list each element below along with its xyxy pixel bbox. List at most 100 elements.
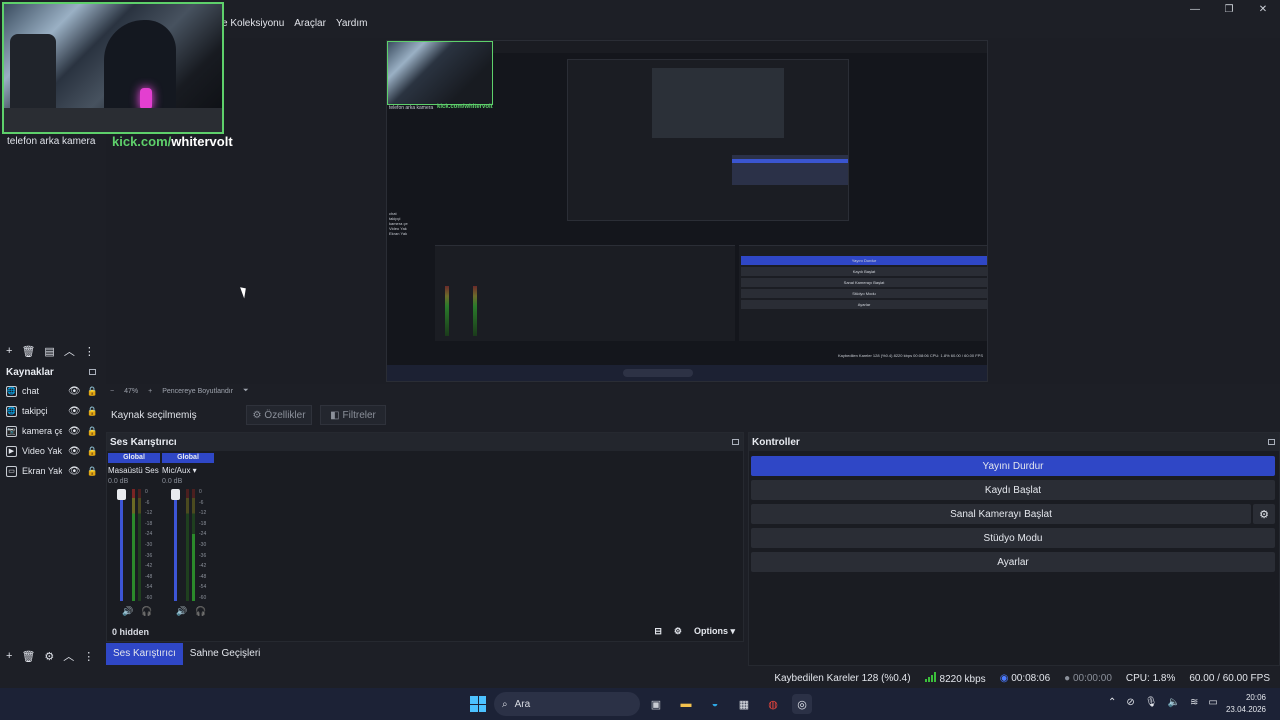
lock-icon[interactable]: 🔒	[87, 466, 98, 477]
source-item[interactable]: ▶ Video Yak 👁 🔒	[6, 443, 100, 459]
options-label: Options	[693, 626, 728, 636]
webcam-overlay	[2, 2, 224, 134]
chevron-down-icon[interactable]: ⏷	[243, 387, 249, 395]
layout-toggle-icon[interactable]: ⊟	[654, 626, 662, 637]
source-item[interactable]: ▭ Ekran Yak 👁 🔒	[6, 463, 100, 479]
properties-button[interactable]: ⚙ Özellikler	[246, 405, 312, 425]
volume-icon[interactable]: 🔈	[1167, 697, 1179, 708]
properties-label: Özellikler	[264, 409, 306, 421]
cpu-usage: CPU: 1.8%	[1125, 673, 1176, 684]
move-scene-up-button[interactable]: ︿	[64, 343, 75, 359]
wifi-icon[interactable]: ≋	[1190, 697, 1198, 708]
close-button[interactable]: ✕	[1246, 2, 1280, 16]
nested-button: Kaydı Başlat	[741, 267, 987, 276]
obs-icon[interactable]: ◎	[792, 694, 812, 714]
add-source-button[interactable]: +	[6, 650, 12, 662]
nested-meter	[473, 286, 477, 336]
task-view-icon[interactable]: ▣	[646, 694, 666, 714]
status-items: Kaybedilen Kareler 128 (%0.4) 8220 kbps …	[774, 672, 1270, 685]
eye-icon[interactable]: 👁	[68, 466, 81, 477]
nested-button: Ayarlar	[741, 300, 987, 309]
remove-scene-button[interactable]: 🗑	[21, 345, 35, 358]
scene-item[interactable]: telefon arka kamera	[7, 136, 95, 147]
speaker-icon[interactable]: 🔊	[176, 606, 187, 617]
windows-start-icon[interactable]	[470, 696, 486, 712]
settings-button[interactable]: Ayarlar	[751, 552, 1275, 572]
source-item[interactable]: 🌐 chat 👁 🔒	[6, 383, 100, 399]
lock-icon[interactable]: 🔒	[87, 446, 98, 457]
zoom-level: 47%	[124, 387, 139, 395]
source-item[interactable]: 📷 kamera çe 👁 🔒	[6, 423, 100, 439]
maximize-button[interactable]: ❐	[1212, 2, 1246, 16]
undock-icon[interactable]	[1268, 439, 1275, 445]
scale-tick: -60	[145, 594, 153, 601]
volume-slider-handle[interactable]	[117, 489, 126, 500]
source-more-button[interactable]: ⋮	[83, 650, 94, 663]
source-item[interactable]: 🌐 takipçi 👁 🔒	[6, 403, 100, 419]
minimize-button[interactable]: —	[1178, 2, 1212, 16]
global-badge: Global	[162, 453, 214, 463]
options-button[interactable]: Options ▾	[694, 626, 735, 637]
eye-icon[interactable]: 👁	[68, 386, 81, 397]
tab-scene-transitions[interactable]: Sahne Geçişleri	[183, 643, 268, 665]
menu-scene-collection[interactable]: e Koleksiyonu	[222, 18, 284, 29]
scale-tick: -18	[199, 520, 207, 527]
menu-help[interactable]: Yardım	[336, 18, 368, 29]
volume-meter	[192, 489, 195, 601]
speaker-icon[interactable]: 🔊	[122, 606, 133, 617]
eye-icon[interactable]: 👁	[68, 426, 81, 437]
taskbar-search[interactable]: ⌕ Ara	[494, 692, 640, 716]
lock-icon[interactable]: 🔒	[87, 406, 98, 417]
source-properties-button[interactable]: ⚙	[44, 650, 54, 663]
record-time-group: ● 00:00:00	[1064, 673, 1112, 684]
chevron-up-icon[interactable]: ⌃	[1108, 697, 1116, 708]
start-virtual-camera-button[interactable]: Sanal Kamerayı Başlat	[751, 504, 1251, 524]
move-source-up-button[interactable]: ︿	[63, 648, 74, 664]
volume-meter	[186, 489, 189, 601]
undock-icon[interactable]	[89, 369, 96, 375]
battery-icon[interactable]: ▭	[1208, 697, 1217, 708]
start-recording-button[interactable]: Kaydı Başlat	[751, 480, 1275, 500]
lock-icon[interactable]: 🔒	[87, 386, 98, 397]
chrome-icon[interactable]: ◍	[763, 694, 783, 714]
notification-off-icon[interactable]: ⊘	[1126, 697, 1134, 708]
undock-icon[interactable]	[732, 439, 739, 445]
stop-streaming-button[interactable]: Yayını Durdur	[751, 456, 1275, 476]
scene-more-button[interactable]: ⋮	[84, 345, 95, 358]
channel-name[interactable]: Masaüstü Ses ▾	[108, 466, 160, 475]
nested-sources: chat takipçi kamera çe Video Yak Ekran Y…	[389, 211, 431, 263]
controls-header: Kontroller	[749, 433, 1279, 451]
headphones-icon[interactable]: 🎧	[195, 606, 206, 617]
studio-mode-button[interactable]: Stüdyo Modu	[751, 528, 1275, 548]
file-explorer-icon[interactable]: ▬	[676, 694, 696, 714]
pink-light	[140, 88, 152, 110]
filters-button[interactable]: ◧ Filtreler	[320, 405, 386, 425]
headphones-icon[interactable]: 🎧	[141, 606, 152, 617]
volume-slider-track[interactable]	[174, 489, 177, 601]
store-icon[interactable]: ▦	[734, 694, 754, 714]
volume-slider-track[interactable]	[120, 489, 123, 601]
edge-icon[interactable]: ◒	[705, 694, 725, 714]
mixer-channel-mic: Global Mic/Aux ▾ 0.0 dB 0 -6 -12 -18 -24 -30 -…	[162, 453, 214, 623]
tab-audio-mixer[interactable]: Ses Karıştırıcı	[106, 643, 183, 665]
signal-bars-icon	[924, 672, 936, 682]
gear-icon: ⚙	[1259, 508, 1269, 521]
advanced-audio-icon[interactable]: ⚙	[674, 626, 682, 637]
stream-time-group: ◉ 00:08:06	[1000, 673, 1050, 684]
sources-toolbar: + 🗑 ⚙ ︿ ⋮	[6, 648, 94, 664]
add-scene-button[interactable]: +	[6, 345, 12, 357]
zoom-in-button[interactable]: +	[148, 388, 152, 395]
volume-slider-handle[interactable]	[171, 489, 180, 500]
zoom-mode-select[interactable]: Pencereye Boyutlandır	[162, 388, 233, 395]
remove-source-button[interactable]: 🗑	[21, 650, 35, 663]
eye-icon[interactable]: 👁	[68, 446, 81, 457]
virtual-camera-settings-button[interactable]: ⚙	[1253, 504, 1275, 524]
menu-tools[interactable]: Araçlar	[294, 18, 326, 29]
scene-filters-button[interactable]: ▤	[44, 345, 54, 358]
channel-name[interactable]: Mic/Aux ▾	[162, 466, 214, 475]
lock-icon[interactable]: 🔒	[87, 426, 98, 437]
zoom-out-button[interactable]: −	[110, 388, 114, 395]
microphone-icon[interactable]: 🎙	[1145, 697, 1158, 708]
taskbar-clock[interactable]: 20:06 23.04.2026	[1226, 692, 1266, 716]
eye-icon[interactable]: 👁	[68, 406, 81, 417]
